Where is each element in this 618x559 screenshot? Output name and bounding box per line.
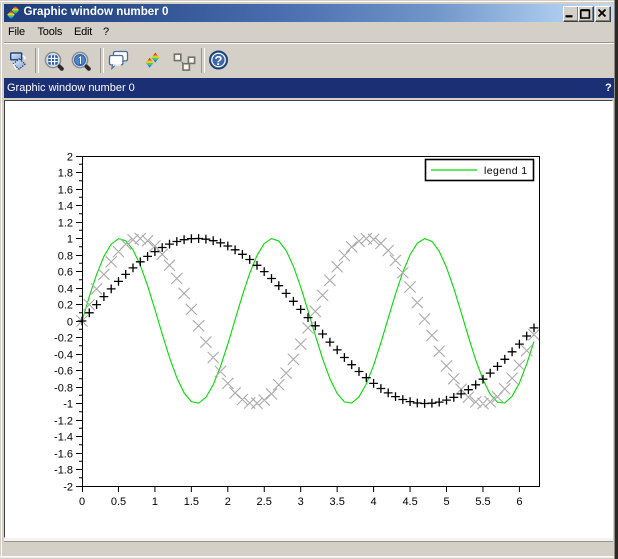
- svg-text:3: 3: [298, 496, 304, 508]
- svg-text:1.2: 1.2: [58, 217, 73, 229]
- svg-text:-0.6: -0.6: [54, 365, 73, 377]
- svg-text:1: 1: [67, 233, 73, 245]
- svg-text:1: 1: [152, 496, 158, 508]
- svg-text:6: 6: [516, 496, 522, 508]
- svg-text:-0.8: -0.8: [54, 382, 73, 394]
- svg-text:2: 2: [67, 151, 73, 163]
- svg-text:-1.4: -1.4: [54, 431, 73, 443]
- svg-text:4.5: 4.5: [402, 496, 417, 508]
- svg-text:-0.2: -0.2: [54, 332, 73, 344]
- svg-text:2.5: 2.5: [257, 496, 272, 508]
- svg-text:3.5: 3.5: [330, 496, 345, 508]
- svg-text:0.8: 0.8: [58, 250, 73, 262]
- svg-text:5.5: 5.5: [475, 496, 490, 508]
- svg-text:0: 0: [79, 496, 85, 508]
- svg-text:2: 2: [225, 496, 231, 508]
- svg-text:-1: -1: [63, 398, 73, 410]
- svg-text:-1.2: -1.2: [54, 415, 73, 427]
- svg-text:-0.4: -0.4: [54, 349, 73, 361]
- svg-text:1.5: 1.5: [184, 496, 199, 508]
- svg-text:-1.8: -1.8: [54, 464, 73, 476]
- svg-text:0: 0: [67, 316, 73, 328]
- svg-text:-2: -2: [63, 481, 73, 493]
- svg-text:1.8: 1.8: [58, 167, 73, 179]
- svg-text:0.2: 0.2: [58, 299, 73, 311]
- svg-text:-1.6: -1.6: [54, 448, 73, 460]
- svg-text:0.6: 0.6: [58, 266, 73, 278]
- svg-text:5: 5: [443, 496, 449, 508]
- svg-text:1.4: 1.4: [58, 200, 73, 212]
- svg-text:0.5: 0.5: [111, 496, 126, 508]
- svg-text:legend 1: legend 1: [484, 165, 528, 177]
- svg-text:1.6: 1.6: [58, 184, 73, 196]
- svg-text:4: 4: [371, 496, 377, 508]
- svg-text:0.4: 0.4: [58, 283, 73, 295]
